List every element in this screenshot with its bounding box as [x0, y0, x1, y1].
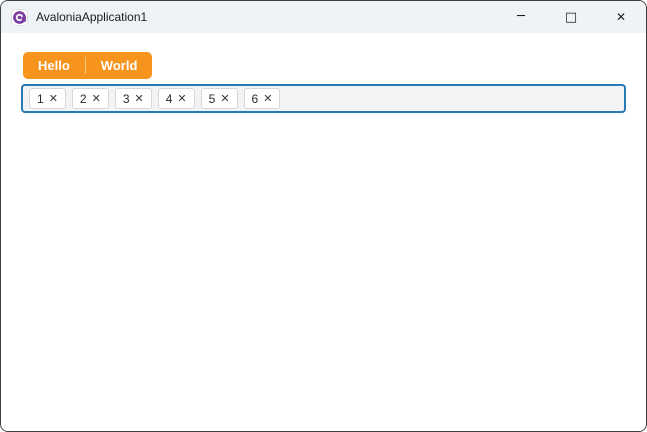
chip-3: 3 ✕ [114, 88, 152, 109]
chip-label: 5 [208, 91, 216, 106]
chip-6: 6 ✕ [243, 88, 281, 109]
chip-2: 2 ✕ [71, 88, 109, 109]
chip-5: 5 ✕ [200, 88, 238, 109]
minimize-icon: ─ [517, 8, 525, 24]
chip-label: 6 [251, 91, 259, 106]
maximize-button[interactable]: □ [546, 1, 596, 33]
caption-buttons: ─ □ ✕ [496, 1, 646, 33]
tab-world[interactable]: World [86, 52, 153, 79]
chip-remove-button[interactable]: ✕ [92, 93, 101, 104]
chip-remove-button[interactable]: ✕ [135, 93, 144, 104]
title-bar-left: AvaloniaApplication1 [1, 1, 496, 33]
tag-input-box[interactable]: 1 ✕ 2 ✕ 3 ✕ 4 ✕ 5 ✕ 6 ✕ [21, 84, 626, 113]
chip-4: 4 ✕ [157, 88, 195, 109]
chip-remove-button[interactable]: ✕ [263, 93, 272, 104]
close-icon: ✕ [615, 10, 627, 24]
window-title: AvaloniaApplication1 [36, 10, 148, 24]
chip-label: 3 [122, 91, 130, 106]
chip-label: 1 [37, 91, 44, 106]
window-content: Hello World 1 ✕ 2 ✕ 3 ✕ 4 ✕ 5 ✕ 6 ✕ [1, 33, 646, 431]
app-window: AvaloniaApplication1 ─ □ ✕ Hello World 1 [0, 0, 647, 432]
chip-1: 1 ✕ [29, 88, 66, 109]
chip-remove-button[interactable]: ✕ [177, 93, 186, 104]
maximize-icon: □ [564, 9, 578, 25]
chip-label: 4 [165, 91, 173, 106]
chip-remove-button[interactable]: ✕ [49, 93, 58, 104]
tab-strip: Hello World [23, 52, 153, 79]
tab-hello[interactable]: Hello [23, 52, 85, 79]
title-bar[interactable]: AvaloniaApplication1 ─ □ ✕ [1, 1, 646, 33]
chip-remove-button[interactable]: ✕ [220, 93, 229, 104]
chip-label: 2 [79, 91, 87, 106]
minimize-button[interactable]: ─ [496, 1, 546, 33]
avalonia-logo-icon [11, 8, 28, 26]
close-button[interactable]: ✕ [596, 1, 646, 33]
